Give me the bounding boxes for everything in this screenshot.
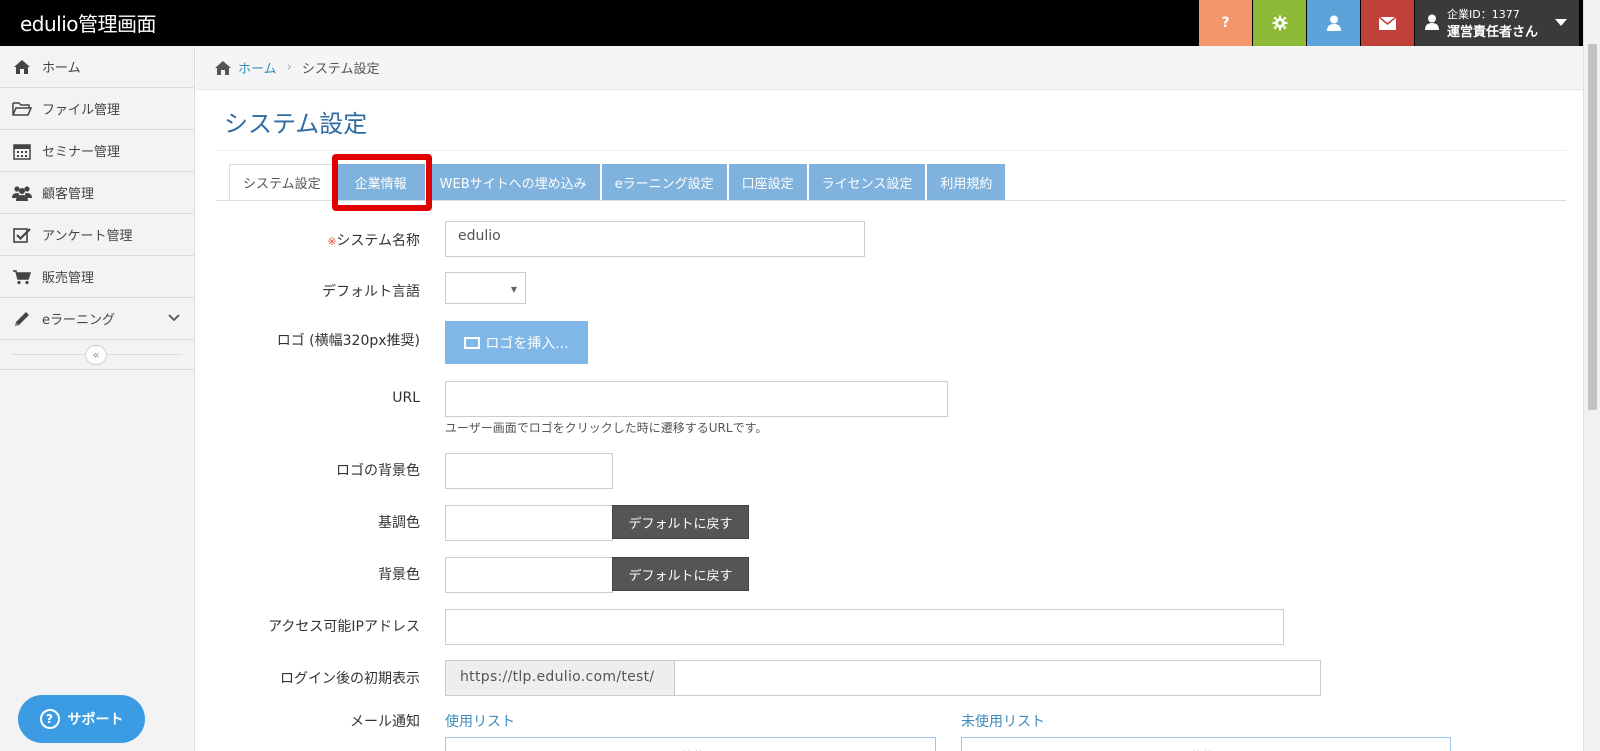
insert-logo-label: ロゴを挿入... xyxy=(485,335,569,352)
logo-bg-color-input[interactable] xyxy=(445,453,613,489)
double-chevron-down-icon[interactable]: ⌄⌄ xyxy=(681,742,704,751)
dropdown-arrow-icon: ▼ xyxy=(510,285,517,294)
profile-button[interactable] xyxy=(1307,0,1360,46)
initial-view-label: ログイン後の初期表示 xyxy=(280,671,420,687)
sidebar-item-sales[interactable]: 販売管理 xyxy=(0,256,194,298)
ip-address-label: アクセス可能IPアドレス xyxy=(268,619,420,635)
folder-icon xyxy=(12,100,32,118)
base-color-input[interactable] xyxy=(445,505,613,541)
tab-license-settings[interactable]: ライセンス設定 xyxy=(808,164,926,201)
chevron-down-icon xyxy=(168,314,180,322)
page-title: システム設定 xyxy=(224,110,368,138)
unused-list-label: 未使用リスト xyxy=(961,714,1045,730)
sidebar-item-label: アンケート管理 xyxy=(42,229,133,244)
sidebar-item-surveys[interactable]: アンケート管理 xyxy=(0,214,194,256)
account-name: 運営責任者さん xyxy=(1447,25,1539,40)
initial-view-url-prefix: https://tlp.edulio.com/test/ xyxy=(445,660,674,696)
double-chevron-down-icon[interactable]: ⌄⌄ xyxy=(1190,742,1213,751)
used-list-box[interactable]: ⌄⌄ xyxy=(445,737,936,751)
tab-terms[interactable]: 利用規約 xyxy=(927,164,1006,201)
home-icon xyxy=(12,58,32,76)
bg-color-input[interactable] xyxy=(445,557,613,593)
sidebar-item-label: eラーニング xyxy=(42,313,115,328)
help-button[interactable]: ? xyxy=(1199,0,1252,46)
logo-label: ロゴ (横幅320px推奨) xyxy=(276,333,420,349)
scrollbar[interactable] xyxy=(1583,0,1600,751)
sidebar-item-seminars[interactable]: セミナー管理 xyxy=(0,130,194,172)
sidebar: ホーム ファイル管理 セミナー管理 顧客管理 アンケート管理 販売管理 eラーニ… xyxy=(0,46,195,751)
double-chevron-left-icon: « xyxy=(92,348,100,362)
gear-icon xyxy=(1272,15,1287,31)
sidebar-item-label: 顧客管理 xyxy=(42,187,95,202)
sidebar-item-label: 販売管理 xyxy=(42,271,95,286)
sidebar-collapse-row: « xyxy=(0,340,194,370)
initial-view-input[interactable] xyxy=(674,660,1321,696)
collapse-sidebar-button[interactable]: « xyxy=(85,345,107,365)
insert-logo-button[interactable]: ロゴを挿入... xyxy=(445,321,588,364)
base-color-label: 基調色 xyxy=(378,515,420,531)
system-name-label: ※システム名称 xyxy=(327,230,420,250)
home-icon xyxy=(215,60,231,75)
question-icon: ? xyxy=(1221,15,1230,31)
support-label: サポート xyxy=(67,712,124,728)
film-icon xyxy=(464,336,481,349)
url-help-text: ユーザー画面でロゴをクリックした時に遷移するURLです。 xyxy=(445,421,768,435)
question-circle-icon: ? xyxy=(39,709,60,729)
app-title[interactable]: edulio管理画面 xyxy=(20,8,157,37)
logo-bg-color-label: ロゴの背景色 xyxy=(336,463,420,479)
used-list-label: 使用リスト xyxy=(445,714,515,730)
tab-elearning-settings[interactable]: eラーニング設定 xyxy=(601,164,727,201)
checkbox-icon xyxy=(12,226,32,244)
support-button[interactable]: ? サポート xyxy=(18,695,145,743)
sidebar-item-label: セミナー管理 xyxy=(42,145,121,160)
sidebar-item-label: ファイル管理 xyxy=(42,103,121,118)
breadcrumb-current: システム設定 xyxy=(301,62,380,77)
users-icon xyxy=(12,184,32,202)
pencil-icon xyxy=(12,310,32,328)
caret-down-icon xyxy=(1555,19,1567,26)
sidebar-item-customers[interactable]: 顧客管理 xyxy=(0,172,194,214)
tab-system-settings[interactable]: システム設定 xyxy=(229,164,335,201)
sidebar-item-label: ホーム xyxy=(42,61,81,76)
scrollbar-thumb[interactable] xyxy=(1588,44,1597,410)
envelope-icon xyxy=(1379,16,1396,30)
ip-address-input[interactable] xyxy=(445,609,1284,645)
default-language-select[interactable]: ▼ xyxy=(445,272,526,304)
system-name-input[interactable]: edulio xyxy=(445,221,865,257)
settings-button[interactable] xyxy=(1253,0,1306,46)
sidebar-item-elearning[interactable]: eラーニング xyxy=(0,298,194,340)
reset-bg-color-button[interactable]: デフォルトに戻す xyxy=(612,557,749,591)
bg-color-label: 背景色 xyxy=(378,567,420,583)
cart-icon xyxy=(12,268,32,286)
breadcrumb-separator-icon: › xyxy=(286,60,292,75)
tab-account-settings[interactable]: 口座設定 xyxy=(728,164,807,201)
system-name-value: edulio xyxy=(458,228,501,244)
breadcrumb-home-link[interactable]: ホーム xyxy=(238,58,277,77)
sidebar-item-home[interactable]: ホーム xyxy=(0,46,194,88)
account-menu[interactable]: 企業ID：1377 運営責任者さん xyxy=(1415,0,1579,46)
top-bar: edulio管理画面 ? 企業ID：1377 運営責任者さん xyxy=(0,0,1583,46)
system-name-label-text: システム名称 xyxy=(336,233,420,249)
divider xyxy=(216,150,1566,151)
calendar-icon xyxy=(12,142,32,160)
url-input[interactable] xyxy=(445,381,948,417)
mail-button[interactable] xyxy=(1361,0,1414,46)
highlight-annotation xyxy=(332,154,432,211)
account-user-icon xyxy=(1425,14,1439,30)
company-id: 企業ID：1377 xyxy=(1447,8,1520,21)
reset-base-color-button[interactable]: デフォルトに戻す xyxy=(612,505,749,539)
unused-list-box[interactable]: ⌄⌄ xyxy=(961,737,1451,751)
mail-notification-label: メール通知 xyxy=(350,714,420,730)
default-language-label: デフォルト言語 xyxy=(322,284,420,300)
sidebar-item-files[interactable]: ファイル管理 xyxy=(0,88,194,130)
breadcrumb: ホーム › システム設定 xyxy=(196,46,1583,90)
user-icon xyxy=(1326,15,1341,31)
url-label: URL xyxy=(392,390,420,406)
tab-website-embed[interactable]: WEBサイトへの埋め込み xyxy=(426,164,600,201)
